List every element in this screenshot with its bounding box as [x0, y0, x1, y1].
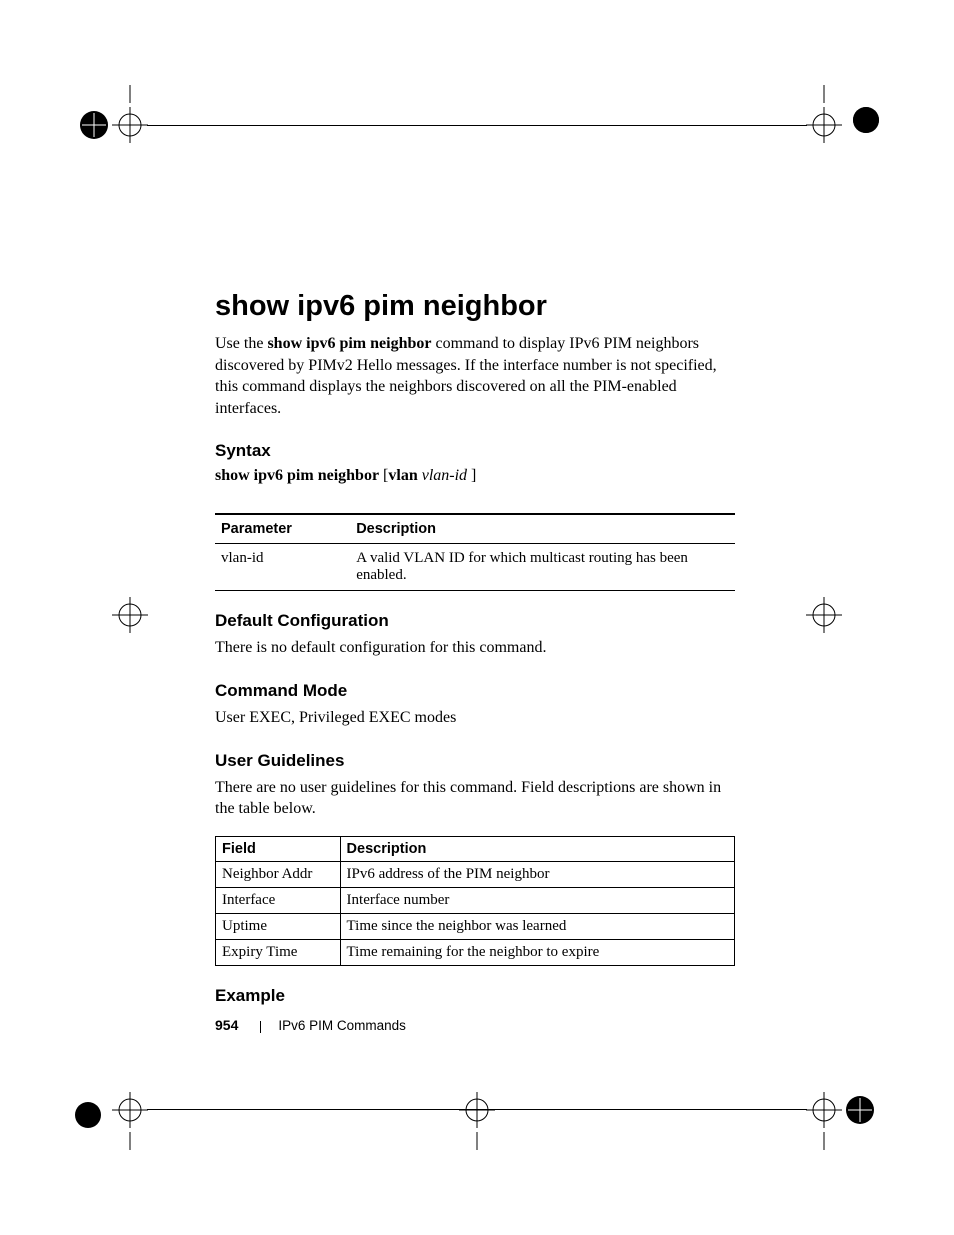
page-content: show ipv6 pim neighbor Use the show ipv6…	[215, 290, 735, 1012]
registration-mark-icon	[800, 575, 880, 655]
registration-mark-icon	[437, 1070, 517, 1150]
field-cell-desc: Time since the neighbor was learned	[340, 913, 734, 939]
example-heading: Example	[215, 986, 735, 1006]
param-header-parameter: Parameter	[215, 514, 350, 544]
syntax-rbracket: ]	[467, 467, 476, 484]
default-config-text: There is no default configuration for th…	[215, 637, 735, 659]
default-config-heading: Default Configuration	[215, 611, 735, 631]
syntax-lbracket: [	[379, 467, 388, 484]
registration-mark-icon	[74, 575, 154, 655]
field-cell-name: Uptime	[216, 913, 341, 939]
syntax-arg: vlan-id	[422, 467, 467, 484]
command-title: show ipv6 pim neighbor	[215, 290, 735, 323]
parameter-table: Parameter Description vlan-id A valid VL…	[215, 513, 735, 591]
intro-command-bold: show ipv6 pim neighbor	[267, 335, 431, 352]
syntax-heading: Syntax	[215, 441, 735, 461]
intro-text-pre: Use the	[215, 335, 267, 352]
registration-mark-icon	[800, 1070, 880, 1150]
syntax-command: show ipv6 pim neighbor	[215, 467, 379, 484]
crop-line-top	[147, 125, 807, 126]
user-guidelines-heading: User Guidelines	[215, 751, 735, 771]
field-cell-name: Expiry Time	[216, 939, 341, 965]
page-footer: 954 IPv6 PIM Commands	[215, 1017, 406, 1035]
table-row: Uptime Time since the neighbor was learn…	[216, 913, 735, 939]
field-cell-desc: IPv6 address of the PIM neighbor	[340, 861, 734, 887]
chapter-name: IPv6 PIM Commands	[278, 1018, 406, 1033]
footer-separator-icon	[260, 1021, 261, 1033]
command-mode-text: User EXEC, Privileged EXEC modes	[215, 707, 735, 729]
registration-mark-icon	[74, 85, 154, 165]
fields-table: Field Description Neighbor Addr IPv6 add…	[215, 836, 735, 966]
table-row: Interface Interface number	[216, 887, 735, 913]
syntax-line: show ipv6 pim neighbor [vlan vlan-id ]	[215, 467, 735, 485]
fields-header-field: Field	[216, 836, 341, 861]
param-cell-desc: A valid VLAN ID for which multicast rout…	[350, 544, 735, 591]
corner-dot-icon	[74, 1101, 102, 1129]
corner-dot-icon	[852, 106, 880, 134]
field-cell-desc: Time remaining for the neighbor to expir…	[340, 939, 734, 965]
table-row: vlan-id A valid VLAN ID for which multic…	[215, 544, 735, 591]
param-header-description: Description	[350, 514, 735, 544]
user-guidelines-text: There are no user guidelines for this co…	[215, 777, 735, 820]
intro-paragraph: Use the show ipv6 pim neighbor command t…	[215, 333, 735, 419]
table-row: Expiry Time Time remaining for the neigh…	[216, 939, 735, 965]
field-cell-name: Interface	[216, 887, 341, 913]
syntax-keyword: vlan	[388, 467, 417, 484]
field-cell-desc: Interface number	[340, 887, 734, 913]
table-row: Neighbor Addr IPv6 address of the PIM ne…	[216, 861, 735, 887]
command-mode-heading: Command Mode	[215, 681, 735, 701]
crop-line-bottom	[147, 1109, 807, 1110]
fields-header-description: Description	[340, 836, 734, 861]
page-number: 954	[215, 1017, 238, 1033]
field-cell-name: Neighbor Addr	[216, 861, 341, 887]
param-cell-name: vlan-id	[215, 544, 350, 591]
